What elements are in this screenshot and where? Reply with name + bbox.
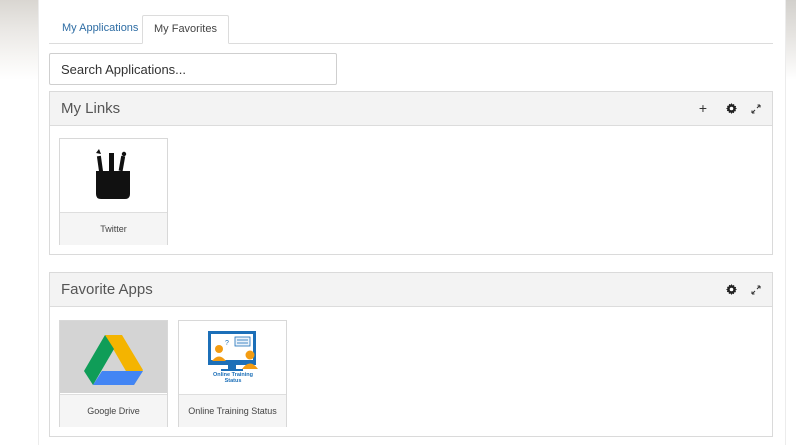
tab-my-favorites[interactable]: My Favorites xyxy=(142,15,229,44)
left-decoration xyxy=(0,0,40,80)
svg-text:?: ? xyxy=(225,340,229,347)
expand-icon[interactable] xyxy=(749,92,763,125)
google-drive-icon xyxy=(60,321,167,393)
my-links-header: My Links + xyxy=(50,92,772,126)
app-tile-google-drive[interactable]: Google Drive xyxy=(59,320,168,427)
gear-icon[interactable] xyxy=(724,92,738,125)
pencil-cup-icon xyxy=(60,139,167,211)
online-training-icon: ? Online Training Status xyxy=(179,321,286,393)
app-tile-twitter[interactable]: Twitter xyxy=(59,138,168,245)
my-links-title: My Links xyxy=(61,100,121,117)
tab-my-applications[interactable]: My Applications xyxy=(51,15,149,42)
app-tile-label: Google Drive xyxy=(60,394,167,427)
app-tile-online-training-status[interactable]: ? Online Training Status Online Training… xyxy=(178,320,287,427)
search-input[interactable] xyxy=(49,53,337,85)
my-links-panel: My Links + Twitter xyxy=(49,91,773,255)
main-content: My Applications My Favorites My Links + xyxy=(38,0,786,445)
app-tile-label: Twitter xyxy=(60,212,167,245)
favorite-apps-header: Favorite Apps xyxy=(50,273,772,307)
expand-icon[interactable] xyxy=(749,273,763,306)
app-tile-label: Online Training Status xyxy=(179,394,286,427)
favorite-apps-title: Favorite Apps xyxy=(61,281,153,298)
add-link-button[interactable]: + xyxy=(696,92,710,125)
online-training-icon-caption: Online Training Status xyxy=(212,372,254,384)
gear-icon[interactable] xyxy=(724,273,738,306)
tab-bar: My Applications My Favorites xyxy=(49,15,773,44)
favorite-apps-panel: Favorite Apps Google Drive ? Online Trai… xyxy=(49,272,773,437)
